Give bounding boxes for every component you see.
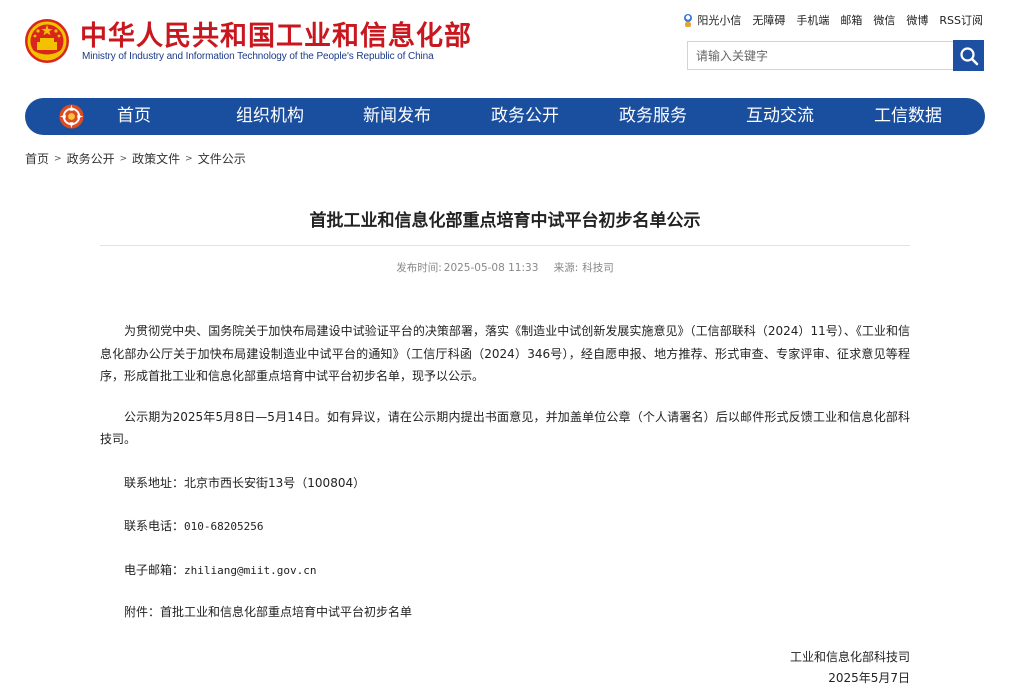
email-label: 电子邮箱：	[124, 563, 184, 577]
toplink-label: 手机端	[796, 12, 829, 28]
phone-value: 010-68205256	[184, 520, 263, 533]
breadcrumb: 首页 > 政务公开 > 政策文件 > 文件公示	[25, 150, 246, 167]
toplink-wechat[interactable]: 微信	[873, 12, 895, 28]
article-source: 来源:科技司	[554, 262, 614, 274]
publish-time-label: 发布时间:	[396, 262, 442, 274]
miit-logo-icon	[58, 103, 85, 130]
publish-time: 发布时间:2025-05-08 11:33	[396, 262, 538, 274]
contact-email: 电子邮箱：zhiliang@miit.gov.cn	[124, 561, 316, 578]
nav-item-news[interactable]: 新闻发布	[363, 98, 431, 135]
breadcrumb-separator-icon: >	[185, 154, 193, 164]
contact-phone: 联系电话：010-68205256	[124, 517, 264, 534]
toplink-label: 微信	[873, 12, 895, 28]
breadcrumb-separator-icon: >	[120, 154, 128, 164]
toplink-label: 邮箱	[840, 12, 862, 28]
toplink-sunshine[interactable]: 阳光小信	[682, 12, 741, 28]
top-links: 阳光小信 无障碍 手机端 邮箱 微信 微博 RSS订阅	[682, 12, 983, 28]
nav-items: 首页 组织机构 新闻发布 政务公开 政务服务 互动交流 工信数据	[85, 98, 975, 135]
toplink-rss[interactable]: RSS订阅	[939, 12, 983, 28]
breadcrumb-policy-documents[interactable]: 政策文件	[132, 150, 180, 167]
toplink-label: RSS订阅	[939, 12, 983, 28]
breadcrumb-public-affairs[interactable]: 政务公开	[67, 150, 115, 167]
nav-item-interaction[interactable]: 互动交流	[746, 98, 814, 135]
toplink-label: 微博	[906, 12, 928, 28]
attachment: 附件：首批工业和信息化部重点培育中试平台初步名单	[124, 603, 412, 620]
search-input[interactable]	[687, 41, 953, 70]
attachment-link[interactable]: 首批工业和信息化部重点培育中试平台初步名单	[160, 605, 412, 619]
article-title: 首批工业和信息化部重点培育中试平台初步名单公示	[100, 206, 910, 231]
article-body: 为贯彻党中央、国务院关于加快布局建设中试验证平台的决策部署，落实《制造业中试创新…	[100, 320, 910, 451]
toplink-weibo[interactable]: 微博	[906, 12, 928, 28]
address-label: 联系地址：	[124, 476, 184, 490]
search-icon	[959, 46, 979, 66]
title-divider	[100, 245, 910, 246]
nav-item-public-affairs[interactable]: 政务公开	[491, 98, 559, 135]
phone-label: 联系电话：	[124, 519, 184, 533]
publish-time-value: 2025-05-08 11:33	[444, 262, 539, 274]
breadcrumb-separator-icon: >	[54, 154, 62, 164]
toplink-accessibility[interactable]: 无障碍	[752, 12, 785, 28]
site-subtitle: Ministry of Industry and Information Tec…	[82, 51, 434, 62]
mascot-icon	[682, 13, 694, 28]
toplink-label: 无障碍	[752, 12, 785, 28]
email-value: zhiliang@miit.gov.cn	[184, 564, 316, 577]
national-emblem-icon	[24, 18, 70, 64]
address-value: 北京市西长安街13号（100804）	[184, 476, 365, 490]
sign-date: 2025年5月7日	[828, 669, 910, 686]
attachment-label: 附件：	[124, 605, 160, 619]
site-header: 中华人民共和国工业和信息化部 Ministry of Industry and …	[0, 0, 1019, 95]
site-title: 中华人民共和国工业和信息化部	[80, 14, 472, 53]
nav-item-home[interactable]: 首页	[117, 98, 151, 135]
toplink-label: 阳光小信	[697, 12, 741, 28]
signature: 工业和信息化部科技司	[790, 648, 910, 665]
nav-item-data[interactable]: 工信数据	[874, 98, 942, 135]
article-meta: 发布时间:2025-05-08 11:33 来源:科技司	[100, 260, 910, 275]
main-nav: 首页 组织机构 新闻发布 政务公开 政务服务 互动交流 工信数据	[25, 98, 985, 135]
breadcrumb-file-announcement[interactable]: 文件公示	[198, 150, 246, 167]
paragraph-2: 公示期为2025年5月8日—5月14日。如有异议，请在公示期内提出书面意见，并加…	[100, 406, 910, 451]
source-value: 科技司	[582, 262, 614, 274]
search-button[interactable]	[953, 40, 984, 71]
toplink-mail[interactable]: 邮箱	[840, 12, 862, 28]
contact-address: 联系地址：北京市西长安街13号（100804）	[124, 474, 365, 491]
breadcrumb-home[interactable]: 首页	[25, 150, 49, 167]
nav-item-services[interactable]: 政务服务	[619, 98, 687, 135]
toplink-mobile[interactable]: 手机端	[796, 12, 829, 28]
source-label: 来源:	[554, 262, 579, 274]
paragraph-1: 为贯彻党中央、国务院关于加快布局建设中试验证平台的决策部署，落实《制造业中试创新…	[100, 320, 910, 388]
nav-item-organization[interactable]: 组织机构	[236, 98, 304, 135]
